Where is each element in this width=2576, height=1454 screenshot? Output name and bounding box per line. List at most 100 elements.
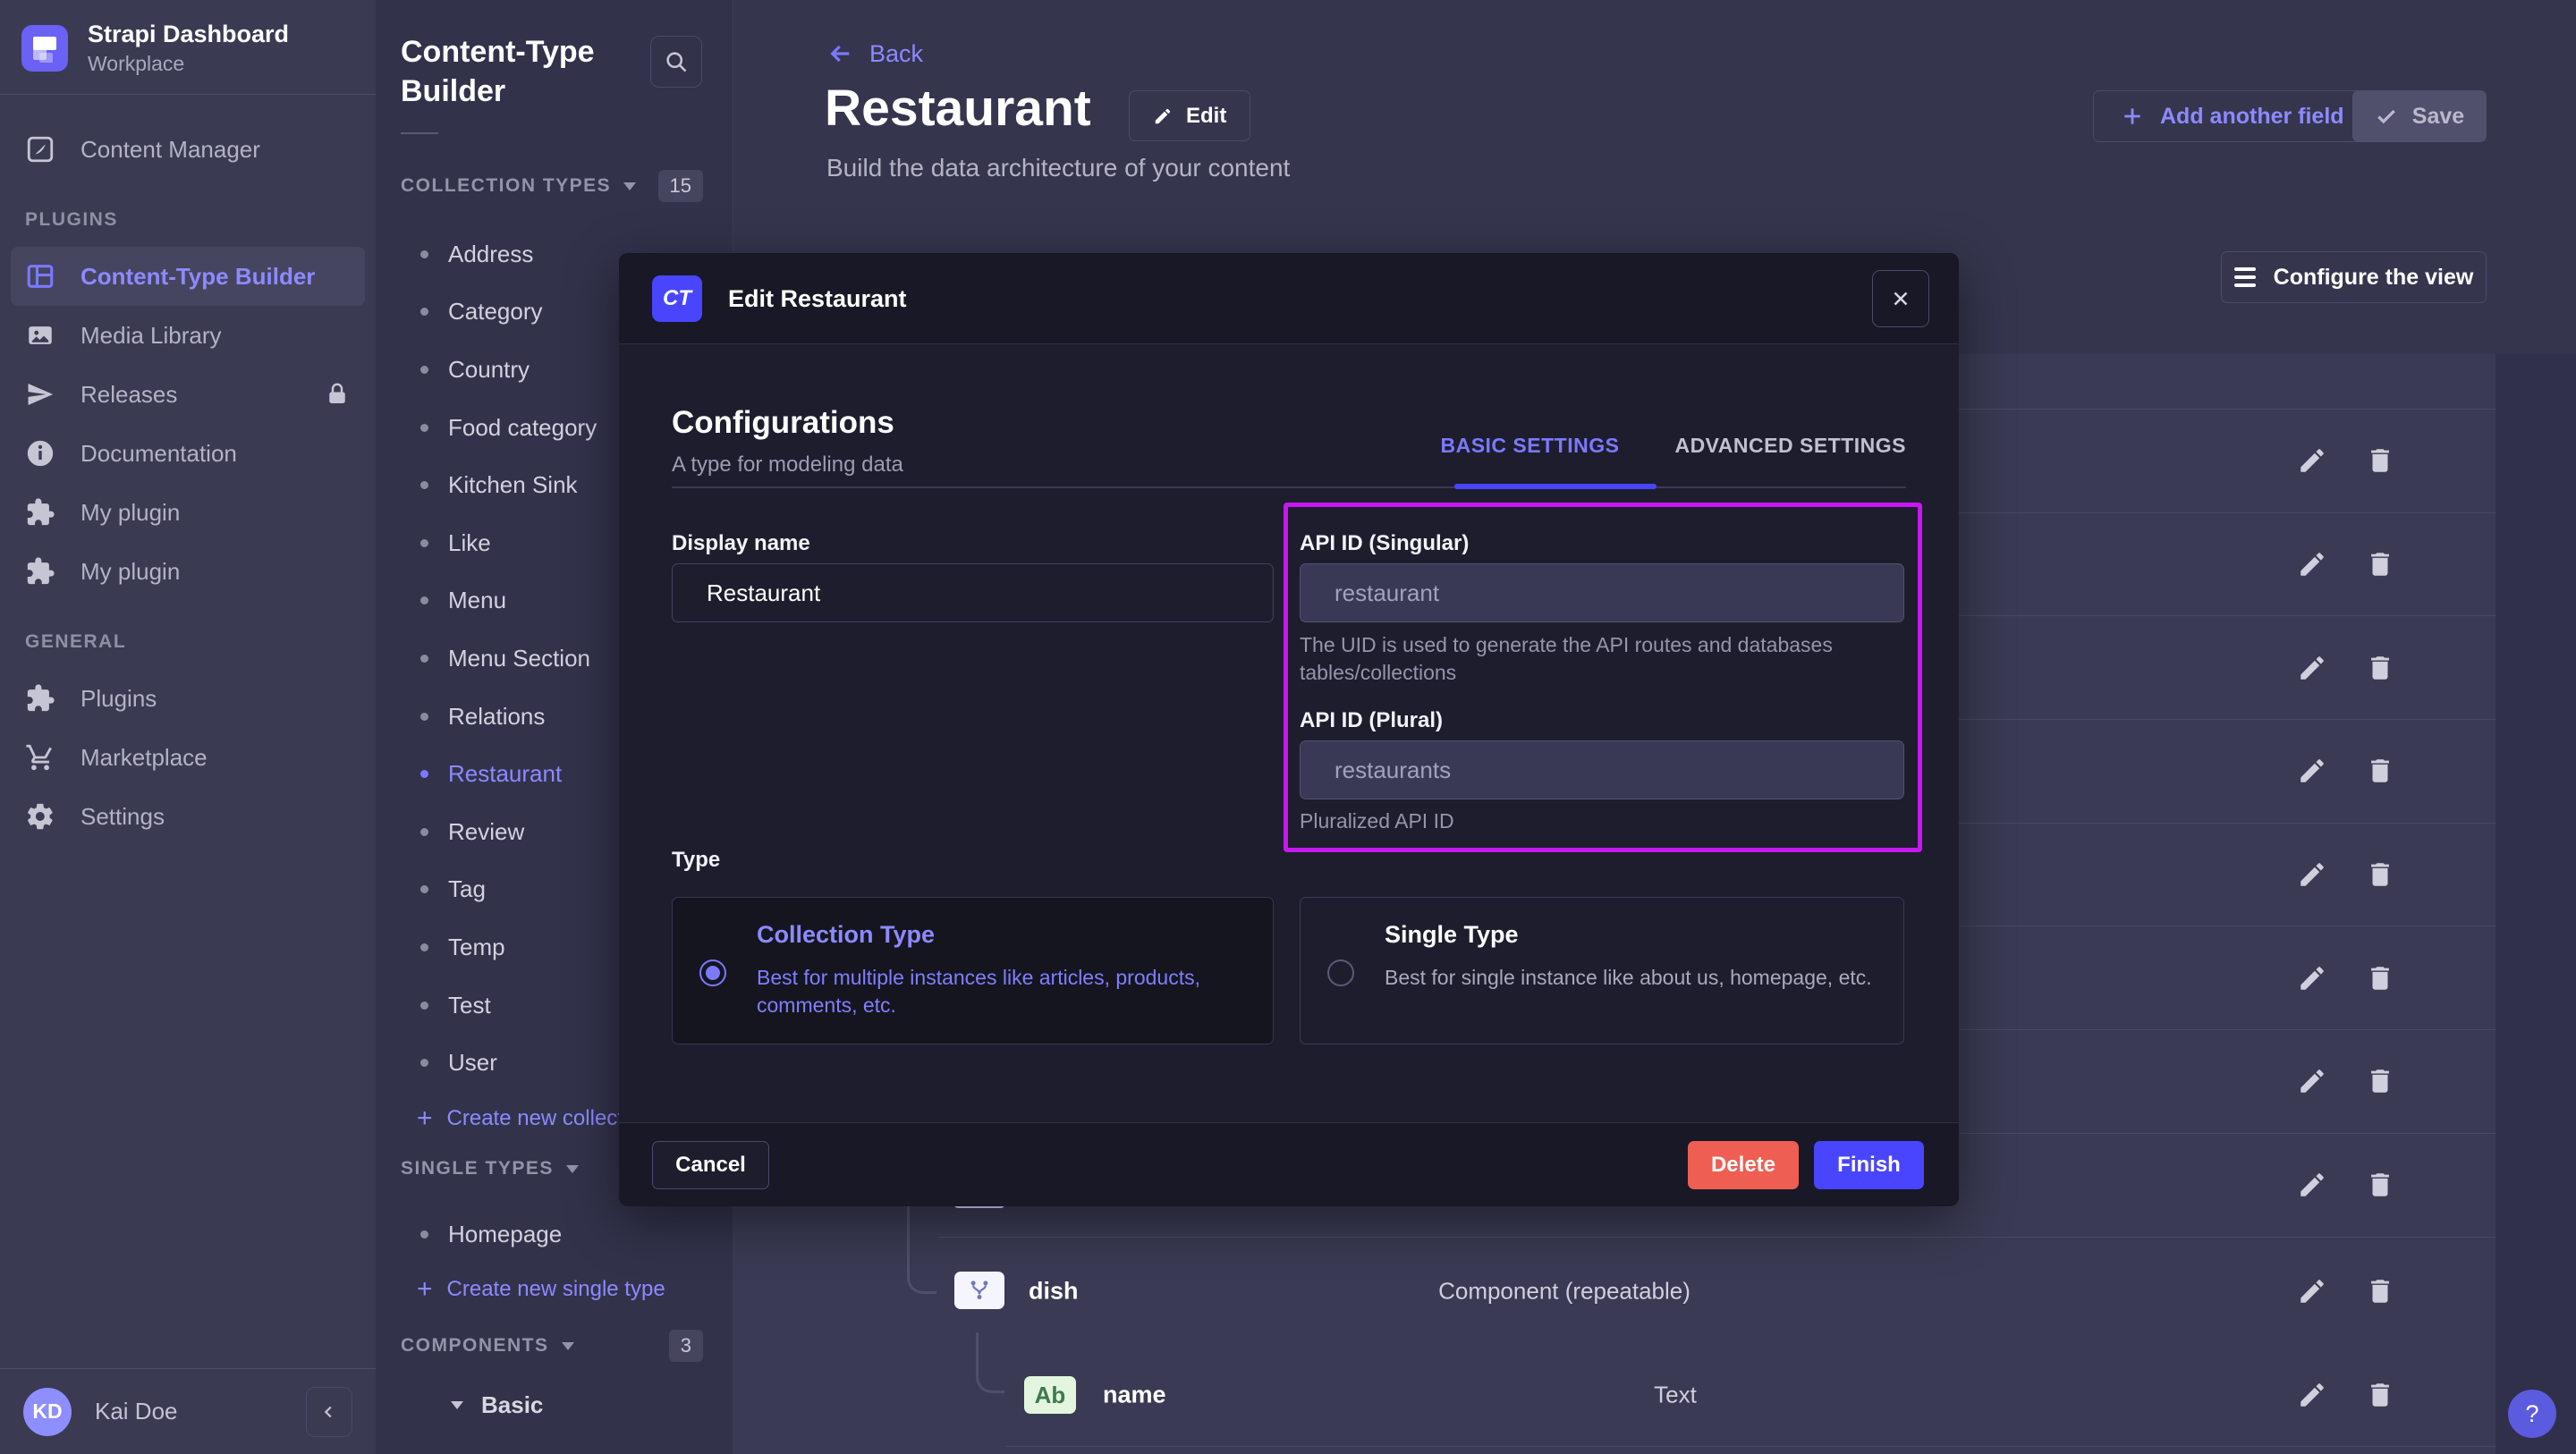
close-modal-button[interactable] xyxy=(1872,270,1929,327)
plus-icon: + xyxy=(417,1108,433,1129)
delete-field-button[interactable] xyxy=(2365,653,2395,683)
sidebar-item-my-plugin-1[interactable]: My plugin xyxy=(11,483,365,542)
content-manager-icon xyxy=(25,134,55,165)
tab-basic-settings[interactable]: BASIC SETTINGS xyxy=(1440,434,1619,458)
edit-field-button[interactable] xyxy=(2297,963,2327,993)
tab-advanced-settings[interactable]: ADVANCED SETTINGS xyxy=(1674,434,1906,458)
edit-field-button[interactable] xyxy=(2297,756,2327,786)
configure-the-view-button[interactable]: Configure the view xyxy=(2221,251,2487,303)
type-label: Type xyxy=(672,848,720,873)
pencil-icon xyxy=(2297,1170,2327,1200)
close-icon xyxy=(1889,287,1912,310)
field-type: Component (repeatable) xyxy=(1438,1277,1690,1305)
edit-field-button[interactable] xyxy=(2297,1170,2327,1200)
pencil-icon xyxy=(2297,963,2327,993)
puzzle-icon xyxy=(25,497,55,528)
radio-unselected-icon[interactable] xyxy=(1327,959,1354,986)
api-id-singular-hint: The UID is used to generate the API rout… xyxy=(1300,631,1854,687)
avatar[interactable]: KD xyxy=(23,1388,72,1436)
sidebar-item-documentation[interactable]: Documentation xyxy=(11,424,365,483)
plus-icon: + xyxy=(417,1279,433,1300)
sidebar-item-content-type-builder[interactable]: Content-Type Builder xyxy=(11,247,365,306)
sidebar-item-content-manager[interactable]: Content Manager xyxy=(11,120,365,179)
add-another-field-button[interactable]: Add another field xyxy=(2093,90,2372,142)
sidebar-item-label: Plugins xyxy=(80,685,157,713)
display-name-input[interactable] xyxy=(672,563,1274,622)
radio-selected-icon[interactable] xyxy=(699,959,726,986)
api-id-singular-label: API ID (Singular) xyxy=(1300,531,1469,556)
collection-type-option[interactable]: Collection Type Best for multiple instan… xyxy=(672,897,1274,1044)
api-id-singular-input[interactable] xyxy=(1300,563,1904,622)
delete-field-button[interactable] xyxy=(2365,963,2395,993)
sidebar-item-my-plugin-2[interactable]: My plugin xyxy=(11,542,365,601)
modal-title: Edit Restaurant xyxy=(728,253,907,344)
collection-types-header[interactable]: COLLECTION TYPES 15 xyxy=(376,170,733,202)
edit-field-button[interactable] xyxy=(2297,445,2327,476)
trash-icon xyxy=(2365,653,2395,683)
chevron-down-icon xyxy=(566,1165,579,1173)
finish-button[interactable]: Finish xyxy=(1814,1141,1924,1189)
divider xyxy=(1006,1446,2496,1447)
option-title: Single Type xyxy=(1385,921,1519,949)
components-header[interactable]: COMPONENTS 3 xyxy=(376,1330,733,1362)
cancel-button[interactable]: Cancel xyxy=(652,1141,769,1189)
sidebar-item-releases[interactable]: Releases xyxy=(11,365,365,424)
spacer xyxy=(324,322,351,349)
pencil-icon xyxy=(2297,1276,2327,1306)
component-category-basic[interactable]: Basic xyxy=(451,1391,543,1419)
table-row: dish Component (repeatable) xyxy=(937,1238,2496,1343)
chevron-down-icon xyxy=(623,182,636,190)
edit-field-button[interactable] xyxy=(2297,1380,2327,1410)
edit-field-button[interactable] xyxy=(2297,549,2327,579)
edit-field-button[interactable] xyxy=(2297,653,2327,683)
components-count-badge: 3 xyxy=(669,1330,703,1362)
strapi-logo-icon xyxy=(21,25,68,72)
option-description: Best for multiple instances like article… xyxy=(757,964,1240,1019)
delete-field-button[interactable] xyxy=(2365,1170,2395,1200)
search-button[interactable] xyxy=(650,36,702,88)
trash-icon xyxy=(2365,1380,2395,1410)
workspace-switcher[interactable]: Strapi Dashboard Workplace xyxy=(0,0,376,94)
delete-field-button[interactable] xyxy=(2365,549,2395,579)
cart-icon xyxy=(25,742,55,773)
api-id-plural-input[interactable] xyxy=(1300,740,1904,799)
chevron-left-icon xyxy=(319,1402,339,1422)
back-link[interactable]: Back xyxy=(826,39,923,68)
general-section-header: GENERAL xyxy=(11,631,365,653)
subnav-title: Content-Type Builder xyxy=(401,32,633,111)
single-type-option[interactable]: Single Type Best for single instance lik… xyxy=(1300,897,1904,1044)
search-icon xyxy=(664,49,689,74)
edit-content-type-modal: CT Edit Restaurant Configurations A type… xyxy=(619,253,1959,1206)
api-id-plural-label: API ID (Plural) xyxy=(1300,708,1443,733)
delete-field-button[interactable] xyxy=(2365,1276,2395,1306)
edit-field-button[interactable] xyxy=(2297,859,2327,890)
field-name: name xyxy=(1103,1382,1166,1409)
trash-icon xyxy=(2365,1066,2395,1096)
sidebar-item-media-library[interactable]: Media Library xyxy=(11,306,365,365)
gear-icon xyxy=(25,801,55,832)
edit-field-button[interactable] xyxy=(2297,1066,2327,1096)
collapse-sidebar-button[interactable] xyxy=(306,1387,352,1437)
edit-button[interactable]: Edit xyxy=(1129,90,1250,141)
page-title: Restaurant xyxy=(825,79,1091,138)
delete-field-button[interactable] xyxy=(2365,445,2395,476)
divider xyxy=(401,132,438,134)
option-description: Best for single instance like about us, … xyxy=(1385,964,1921,992)
sidebar-item-label: Content Manager xyxy=(80,136,260,164)
sidebar-item-plugins[interactable]: Plugins xyxy=(11,669,365,728)
delete-button[interactable]: Delete xyxy=(1688,1141,1799,1189)
save-button[interactable]: Save xyxy=(2352,90,2487,142)
delete-field-button[interactable] xyxy=(2365,1380,2395,1410)
sidebar-item-settings[interactable]: Settings xyxy=(11,787,365,846)
delete-field-button[interactable] xyxy=(2365,756,2395,786)
create-single-type-link[interactable]: + Create new single type xyxy=(417,1277,665,1302)
delete-field-button[interactable] xyxy=(2365,1066,2395,1096)
user-name: Kai Doe xyxy=(95,1398,178,1425)
pencil-icon xyxy=(2297,859,2327,890)
edit-field-button[interactable] xyxy=(2297,1276,2327,1306)
single-type-item[interactable]: Homepage xyxy=(376,1205,733,1264)
pencil-icon xyxy=(2297,653,2327,683)
sidebar-item-marketplace[interactable]: Marketplace xyxy=(11,728,365,787)
help-button[interactable]: ? xyxy=(2508,1390,2556,1438)
delete-field-button[interactable] xyxy=(2365,859,2395,890)
